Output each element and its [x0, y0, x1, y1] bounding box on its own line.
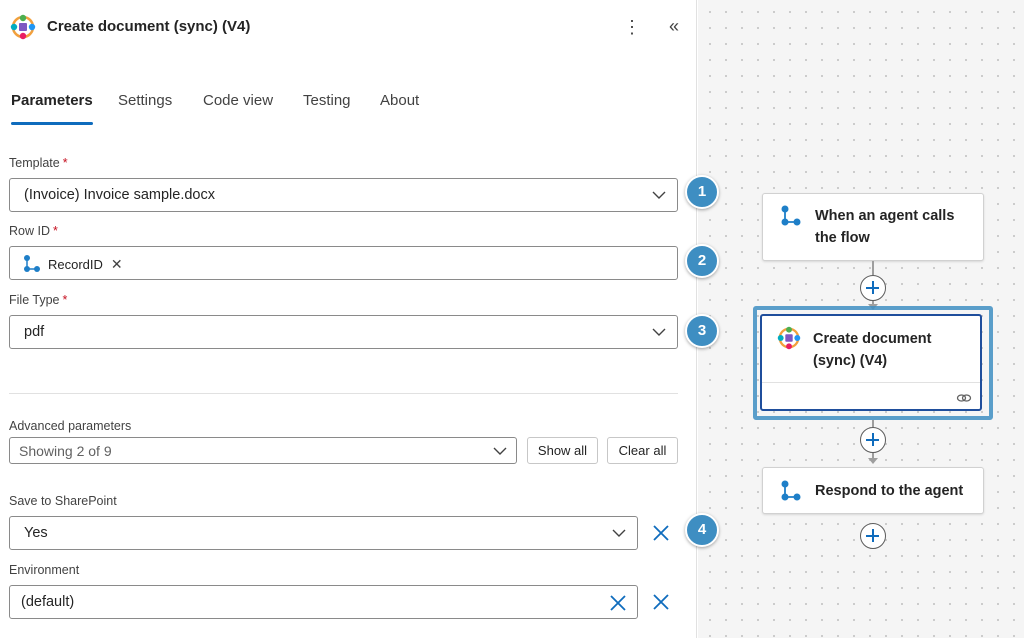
clear-all-button[interactable]: Clear all: [607, 437, 678, 464]
panel-title: Create document (sync) (V4): [47, 18, 251, 35]
remove-parameter-icon[interactable]: [651, 592, 671, 612]
add-step-icon[interactable]: [860, 275, 886, 301]
row-id-label: Row ID *: [9, 224, 58, 238]
template-value: (Invoice) Invoice sample.docx: [24, 187, 215, 203]
token-label: RecordID: [48, 256, 103, 272]
dynamic-content-token[interactable]: RecordID ✕: [22, 254, 123, 274]
save-to-sharepoint-value: Yes: [24, 525, 48, 541]
panel-header: Create document (sync) (V4) ⋮ «: [10, 12, 690, 42]
divider: [9, 393, 678, 394]
chevron-down-icon: [652, 328, 666, 336]
file-type-label: File Type *: [9, 293, 68, 307]
respond-node[interactable]: Respond to the agent: [762, 467, 984, 514]
create-document-node[interactable]: Create document (sync) (V4): [760, 314, 982, 411]
create-document-title: Create document (sync) (V4): [813, 331, 932, 369]
more-options-icon[interactable]: ⋮: [622, 16, 642, 38]
trigger-title: When an agent calls the flow: [815, 208, 955, 246]
advanced-parameters-label: Advanced parameters: [9, 419, 132, 433]
link-icon: [956, 394, 972, 402]
environment-value: (default): [21, 594, 75, 610]
environment-label: Environment: [9, 563, 80, 577]
advanced-parameters-value: Showing 2 of 9: [19, 443, 112, 459]
callout-badge-2: 2: [685, 244, 719, 278]
tab-testing[interactable]: Testing: [303, 92, 351, 126]
collapse-panel-icon[interactable]: «: [663, 14, 685, 38]
tab-code-view[interactable]: Code view: [203, 92, 273, 126]
chevron-down-icon: [493, 447, 507, 455]
file-type-value: pdf: [24, 324, 45, 340]
chevron-down-icon: [652, 191, 666, 199]
callout-badge-4: 4: [685, 513, 719, 547]
agent-trigger-icon: [781, 205, 801, 226]
callout-badge-1: 1: [685, 175, 719, 209]
node-divider: [762, 382, 980, 383]
flow-canvas[interactable]: When an agent calls the flow Create docu…: [698, 0, 1024, 638]
add-step-icon[interactable]: [860, 523, 886, 549]
add-step-icon[interactable]: [860, 427, 886, 453]
action-config-panel: Create document (sync) (V4) ⋮ « Paramete…: [0, 0, 697, 638]
arrow-down-icon: [868, 458, 878, 464]
respond-title: Respond to the agent: [815, 483, 964, 499]
chevron-down-icon: [612, 529, 626, 537]
remove-parameter-icon[interactable]: [651, 523, 671, 543]
agent-response-icon: [781, 480, 801, 501]
agent-trigger-icon: [22, 254, 42, 274]
callout-badge-3: 3: [685, 314, 719, 348]
document-generator-icon: [777, 326, 801, 350]
tab-settings[interactable]: Settings: [118, 92, 172, 126]
show-all-button[interactable]: Show all: [527, 437, 598, 464]
tab-parameters[interactable]: Parameters: [11, 92, 93, 126]
template-label: Template *: [9, 156, 68, 170]
connector: [872, 420, 874, 427]
template-dropdown[interactable]: (Invoice) Invoice sample.docx: [9, 178, 678, 212]
remove-token-icon[interactable]: ✕: [111, 256, 123, 273]
document-generator-icon: [10, 14, 36, 40]
file-type-dropdown[interactable]: pdf: [9, 315, 678, 349]
save-to-sharepoint-label: Save to SharePoint: [9, 494, 117, 508]
environment-dropdown[interactable]: (default): [9, 585, 638, 619]
tab-about[interactable]: About: [380, 92, 419, 126]
clear-value-icon[interactable]: [608, 593, 628, 613]
advanced-parameters-dropdown[interactable]: Showing 2 of 9: [9, 437, 517, 464]
row-id-input[interactable]: RecordID ✕: [9, 246, 678, 280]
trigger-node[interactable]: When an agent calls the flow: [762, 193, 984, 261]
save-to-sharepoint-dropdown[interactable]: Yes: [9, 516, 638, 550]
connector: [872, 261, 874, 275]
